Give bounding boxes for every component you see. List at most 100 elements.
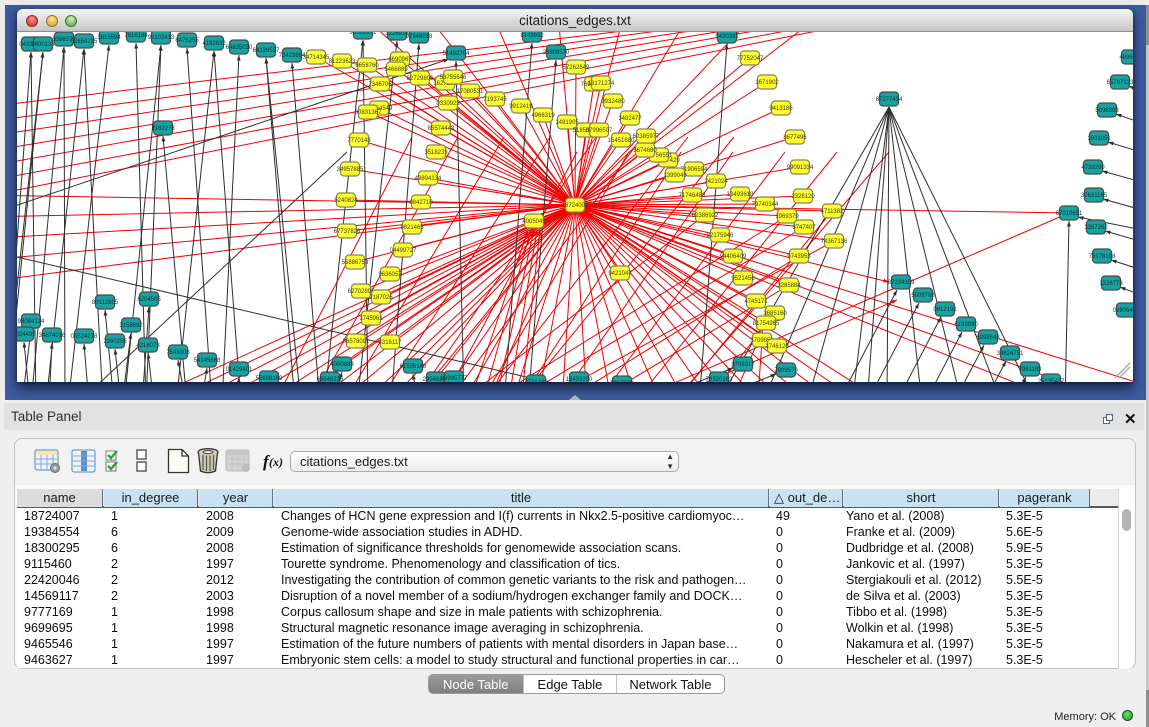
svg-text:67010651: 67010651	[1056, 211, 1083, 217]
svg-text:62386922: 62386922	[692, 213, 719, 219]
svg-text:37996507: 37996507	[586, 128, 613, 134]
svg-text:13493618: 13493618	[727, 192, 754, 198]
svg-text:7187026: 7187026	[369, 295, 393, 301]
svg-text:4005045: 4005045	[522, 219, 546, 225]
svg-text:81754965: 81754965	[753, 321, 780, 327]
svg-text:4745171: 4745171	[744, 299, 768, 305]
svg-text:5240824: 5240824	[334, 198, 358, 204]
svg-text:7917693: 7917693	[610, 381, 634, 382]
svg-text:4316117: 4316117	[379, 340, 403, 346]
svg-text:00524278: 00524278	[71, 334, 98, 340]
svg-text:7193745: 7193745	[483, 97, 507, 103]
svg-text:55698169: 55698169	[256, 376, 283, 382]
svg-text:3747407: 3747407	[792, 225, 816, 231]
svg-text:6658760: 6658760	[355, 63, 379, 69]
svg-text:65787133: 65787133	[1107, 80, 1133, 86]
svg-text:7182278: 7182278	[151, 126, 175, 132]
svg-text:87277434: 87277434	[876, 97, 903, 103]
svg-text:0330923: 0330923	[436, 101, 460, 107]
svg-text:13171274: 13171274	[588, 81, 615, 87]
svg-text:7770143: 7770143	[347, 138, 371, 144]
svg-text:9413186: 9413186	[769, 106, 793, 112]
svg-text:51462704: 51462704	[443, 51, 470, 57]
svg-text:97848018: 97848018	[406, 34, 433, 40]
svg-text:1615594: 1615594	[97, 35, 121, 41]
svg-text:2421024: 2421024	[704, 179, 728, 185]
svg-text:62729806: 62729806	[407, 76, 434, 82]
svg-text:37631165: 37631165	[1081, 193, 1108, 199]
svg-text:4711382: 4711382	[821, 209, 845, 215]
svg-text:65648236: 65648236	[317, 377, 344, 382]
svg-text:85574443: 85574443	[428, 126, 455, 132]
svg-text:4966319: 4966319	[531, 113, 555, 119]
svg-text:82175946: 82175946	[707, 233, 734, 239]
svg-text:77752047: 77752047	[737, 56, 764, 62]
svg-text:73178108: 73178108	[1089, 254, 1116, 260]
svg-text:64139537: 64139537	[253, 48, 280, 54]
svg-text:4192832: 4192832	[202, 41, 226, 47]
svg-text:64835030: 64835030	[226, 45, 253, 51]
svg-text:18724007: 18724007	[562, 203, 589, 209]
svg-text:4216073: 4216073	[136, 343, 160, 349]
svg-text:0932480: 0932480	[601, 99, 625, 105]
svg-text:1399049: 1399049	[663, 173, 687, 179]
svg-text:6193990: 6193990	[954, 322, 978, 328]
svg-text:9521456: 9521456	[731, 276, 755, 282]
svg-text:1671902: 1671902	[755, 80, 779, 86]
svg-text:9421047: 9421047	[608, 271, 632, 277]
svg-text:2260256: 2260256	[103, 339, 127, 345]
svg-text:9912419: 9912419	[509, 104, 533, 110]
svg-text:6998543: 6998543	[976, 335, 1000, 341]
svg-text:3387262: 3387262	[1084, 225, 1108, 231]
svg-text:49894134: 49894134	[415, 176, 442, 182]
svg-text:57262849: 57262849	[563, 65, 590, 71]
svg-text:8148932: 8148932	[520, 33, 544, 39]
svg-text:87234309: 87234309	[888, 280, 915, 286]
svg-text:80112805: 80112805	[92, 300, 119, 306]
svg-text:1326773: 1326773	[1099, 281, 1123, 287]
svg-text:17080531: 17080531	[457, 89, 484, 95]
svg-text:5098393: 5098393	[1095, 108, 1119, 114]
svg-text:1969379: 1969379	[775, 214, 799, 220]
svg-text:7543303: 7543303	[166, 350, 190, 356]
svg-text:81223623: 81223623	[329, 59, 356, 65]
svg-text:34957885: 34957885	[337, 167, 364, 173]
svg-text:3285884: 3285884	[777, 283, 801, 289]
svg-text:0812191: 0812191	[933, 307, 957, 313]
svg-text:76320163: 76320163	[706, 377, 733, 382]
svg-text:8708317: 8708317	[731, 362, 755, 368]
svg-text:6204505: 6204505	[137, 297, 161, 303]
svg-text:7889579: 7889579	[774, 368, 798, 374]
svg-text:60385977: 60385977	[633, 134, 660, 140]
svg-text:1745961: 1745961	[359, 316, 383, 322]
svg-text:80831367: 80831367	[355, 110, 382, 116]
svg-text:1031051: 1031051	[1087, 136, 1111, 142]
svg-text:98084124: 98084124	[18, 319, 45, 325]
svg-text:1491905: 1491905	[555, 120, 579, 126]
svg-text:93103413: 93103413	[148, 35, 175, 41]
svg-text:1746120: 1746120	[765, 344, 789, 350]
svg-text:34874016: 34874016	[39, 333, 66, 339]
svg-text:4060883: 4060883	[330, 362, 354, 368]
svg-text:13433200: 13433200	[566, 377, 593, 382]
svg-text:5430391: 5430391	[715, 34, 739, 40]
svg-text:04499727: 04499727	[390, 248, 417, 254]
svg-text:2328120: 2328120	[791, 194, 815, 200]
svg-text:02654235: 02654235	[71, 39, 98, 45]
svg-text:67737826: 67737826	[334, 229, 361, 235]
svg-text:28809570: 28809570	[543, 50, 570, 56]
svg-text:8677496: 8677496	[783, 135, 807, 141]
svg-text:5674680: 5674680	[633, 148, 657, 154]
svg-text:0842710: 0842710	[409, 200, 433, 206]
svg-text:71746488: 71746488	[679, 193, 706, 199]
svg-text:7991183: 7991183	[1019, 367, 1043, 373]
svg-text:1824493: 1824493	[17, 332, 36, 338]
svg-text:96532871: 96532871	[350, 32, 377, 36]
svg-text:15451680: 15451680	[608, 138, 635, 144]
svg-text:4896383: 4896383	[1119, 55, 1133, 61]
svg-text:54145868: 54145868	[194, 358, 221, 364]
svg-text:3518233: 3518233	[424, 150, 448, 156]
svg-text:3158692: 3158692	[119, 323, 143, 329]
svg-text:99091334: 99091334	[787, 165, 814, 171]
svg-text:4738299: 4738299	[1081, 165, 1105, 171]
